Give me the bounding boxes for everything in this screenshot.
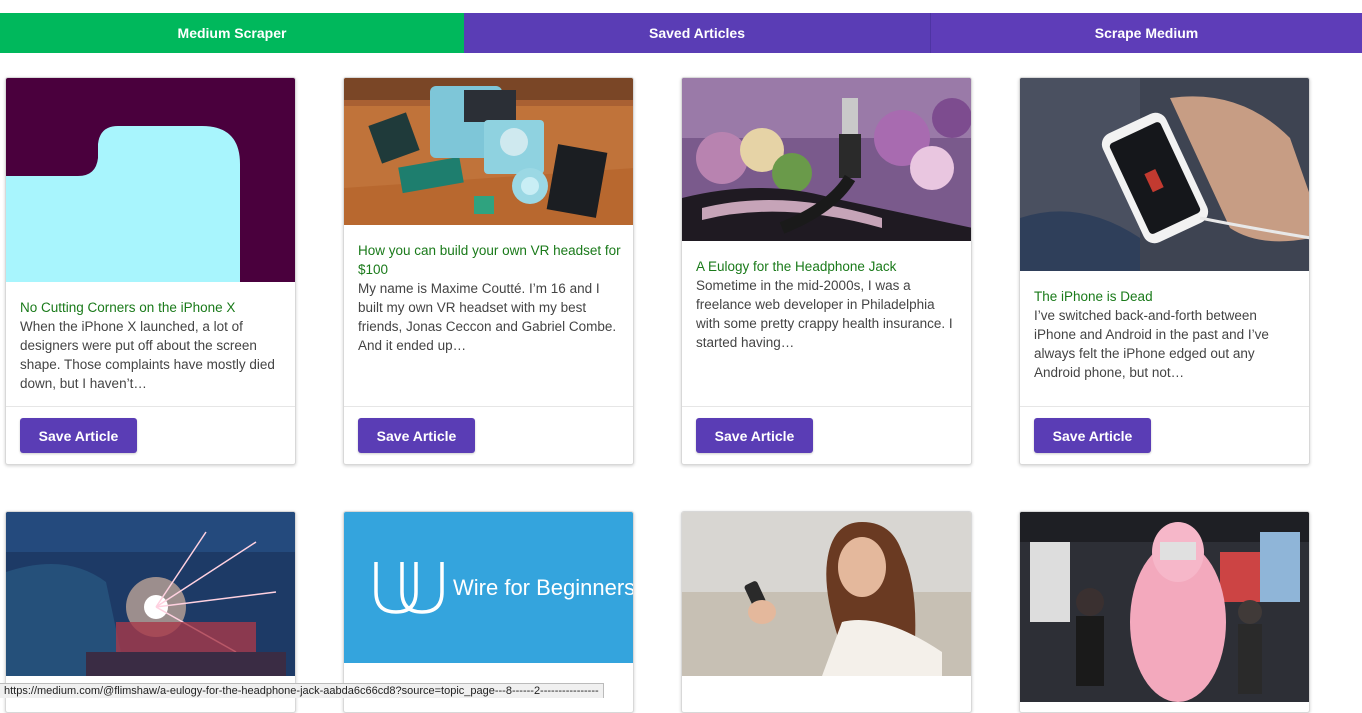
article-title[interactable]: No Cutting Corners on the iPhone X [20,298,283,317]
save-article-button[interactable]: Save Article [696,418,813,453]
article-summary: My name is Maxime Coutté. I’m 16 and I b… [358,281,617,353]
article-content: A Eulogy for the Headphone Jack Sometime… [696,257,959,352]
article-content: How you can build your own VR headset fo… [358,241,621,355]
card-divider [1020,406,1309,407]
article-image[interactable]: Wire for Beginners [344,512,634,663]
article-content: The iPhone is Dead I’ve switched back-an… [1034,287,1297,382]
article-summary: When the iPhone X launched, a lot of des… [20,319,275,391]
article-title[interactable]: A Eulogy for the Headphone Jack [696,257,959,276]
article-image[interactable] [344,78,633,225]
article-title[interactable]: The iPhone is Dead [1034,287,1297,306]
card-divider [682,406,971,407]
article-summary: Sometime in the mid-2000s, I was a freel… [696,278,953,350]
article-summary: I’ve switched back-and-forth between iPh… [1034,308,1269,380]
article-image[interactable] [682,78,971,241]
article-card [681,511,972,713]
article-image[interactable] [6,512,295,676]
article-card [1019,511,1310,713]
article-card: How you can build your own VR headset fo… [343,77,634,465]
navbar: Medium Scraper Saved Articles Scrape Med… [0,13,1362,53]
article-card: The iPhone is Dead I’ve switched back-an… [1019,77,1310,465]
article-content: No Cutting Corners on the iPhone X When … [20,298,283,393]
save-article-button[interactable]: Save Article [1034,418,1151,453]
article-card: No Cutting Corners on the iPhone X When … [5,77,296,465]
article-card: A Eulogy for the Headphone Jack Sometime… [681,77,972,465]
article-image[interactable] [6,78,295,282]
nav-brand[interactable]: Medium Scraper [0,13,464,53]
nav-saved-articles[interactable]: Saved Articles [464,13,931,53]
card-divider [344,406,633,407]
article-image[interactable] [682,512,971,676]
save-article-button[interactable]: Save Article [358,418,475,453]
image-caption: Wire for Beginners [453,575,634,600]
save-article-button[interactable]: Save Article [20,418,137,453]
article-title[interactable]: How you can build your own VR headset fo… [358,241,621,279]
article-image[interactable] [1020,512,1309,702]
article-image[interactable] [1020,78,1309,271]
status-bar-url: https://medium.com/@flimshaw/a-eulogy-fo… [0,683,604,698]
card-divider [6,406,295,407]
nav-scrape-medium[interactable]: Scrape Medium [931,13,1362,53]
